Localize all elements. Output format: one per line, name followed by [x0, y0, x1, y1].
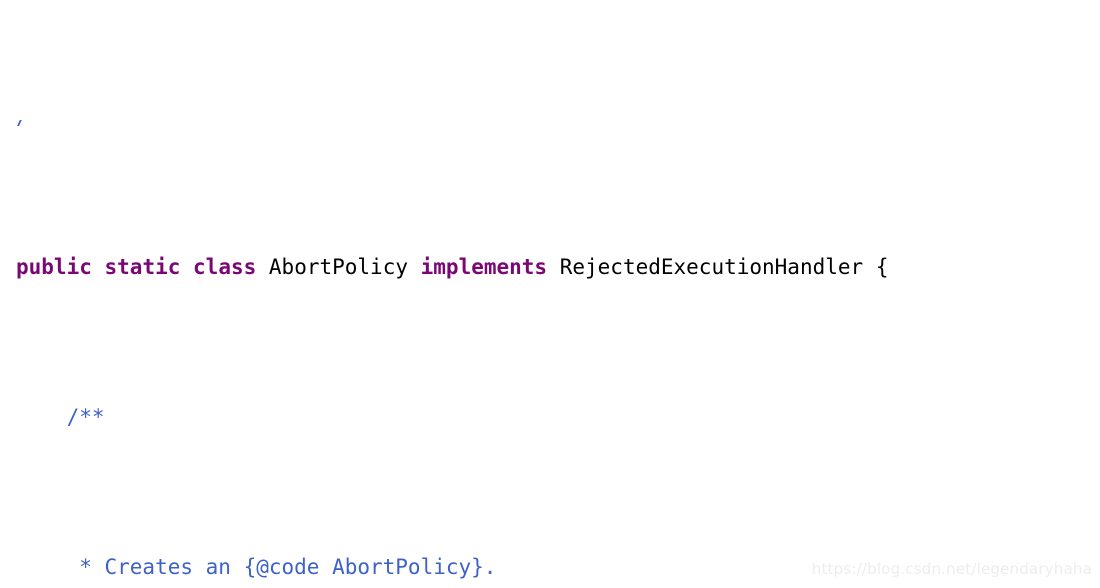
open-brace: { [875, 255, 889, 279]
keyword-static: static [104, 255, 181, 279]
class-name: AbortPolicy [268, 255, 408, 279]
comment-fragment: / [16, 120, 29, 129]
javadoc-open: /** [16, 405, 105, 429]
code-line: / [0, 120, 1100, 132]
code-area[interactable]: / public static class AbortPolicy implem… [0, 0, 1100, 588]
javadoc-text: * Creates an {@code AbortPolicy}. [16, 555, 497, 579]
keyword-class: class [193, 255, 257, 279]
keyword-implements: implements [420, 255, 548, 279]
code-line: public static class AbortPolicy implemen… [0, 252, 1100, 282]
code-line: /** [0, 402, 1100, 432]
watermark: https://blog.csdn.net/legendaryhaha [811, 560, 1092, 578]
code-editor[interactable]: / public static class AbortPolicy implem… [0, 0, 1100, 588]
interface-name: RejectedExecutionHandler [559, 255, 864, 279]
keyword-public: public [16, 255, 92, 279]
